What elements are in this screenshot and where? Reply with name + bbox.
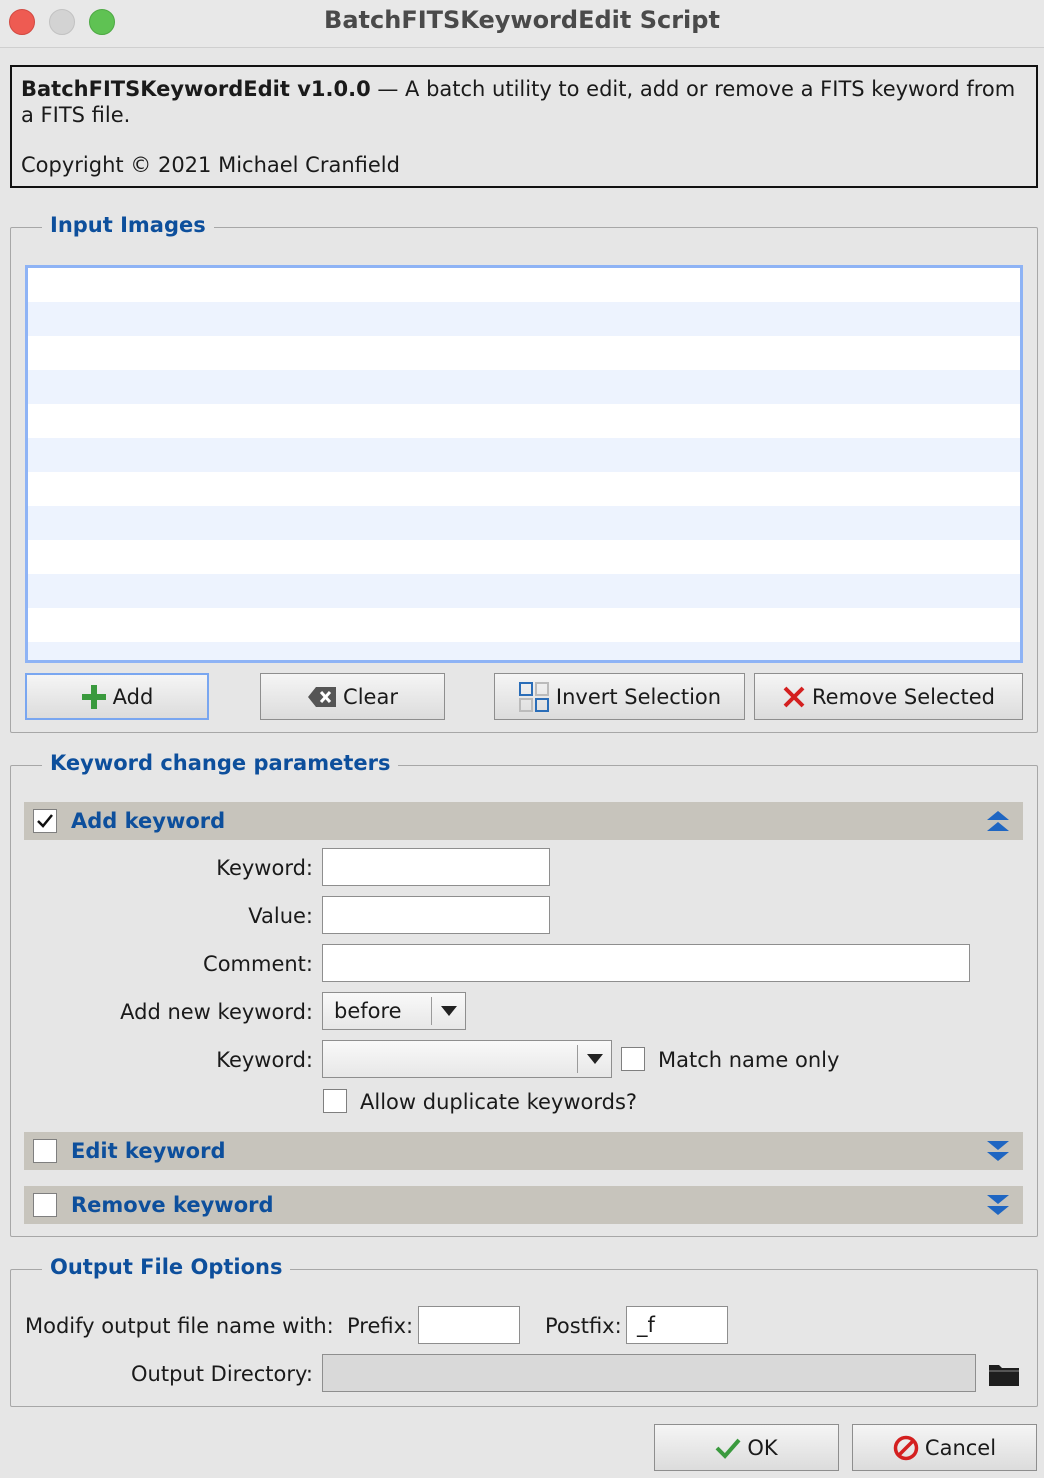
- remove-selected-button[interactable]: Remove Selected: [754, 673, 1023, 720]
- plus-icon: [81, 684, 107, 710]
- prefix-input[interactable]: [418, 1306, 520, 1344]
- postfix-label: Postfix:: [545, 1314, 622, 1338]
- allow-duplicates-checkbox[interactable]: [323, 1089, 347, 1113]
- red-x-icon: [782, 685, 806, 709]
- output-directory-input[interactable]: [322, 1354, 976, 1392]
- input-images-title: Input Images: [42, 212, 214, 238]
- list-row[interactable]: [28, 472, 1020, 506]
- value-label: Value:: [248, 904, 313, 928]
- value-input[interactable]: [322, 896, 550, 934]
- cancel-icon: [893, 1435, 919, 1461]
- edit-keyword-section-bar[interactable]: Edit keyword: [24, 1132, 1023, 1170]
- position-select-value: before: [334, 999, 402, 1023]
- list-row[interactable]: [28, 370, 1020, 404]
- input-file-list[interactable]: [25, 265, 1023, 663]
- script-info-box: BatchFITSKeywordEdit v1.0.0 — A batch ut…: [10, 65, 1038, 188]
- add-new-keyword-label: Add new keyword:: [120, 1000, 313, 1024]
- title-bar: BatchFITSKeywordEdit Script: [0, 0, 1044, 48]
- add-keyword-label: Add keyword: [71, 809, 226, 833]
- list-row[interactable]: [28, 302, 1020, 336]
- prefix-label: Prefix:: [347, 1314, 414, 1338]
- list-row[interactable]: [28, 404, 1020, 438]
- remove-keyword-section-bar[interactable]: Remove keyword: [24, 1186, 1023, 1224]
- list-row[interactable]: [28, 642, 1020, 660]
- allow-duplicates-label: Allow duplicate keywords?: [360, 1090, 638, 1114]
- checkmark-icon: [715, 1437, 741, 1459]
- clear-files-label: Clear: [343, 684, 398, 709]
- clear-files-button[interactable]: Clear: [260, 673, 445, 720]
- edit-keyword-label: Edit keyword: [71, 1139, 226, 1163]
- reference-keyword-select[interactable]: [322, 1040, 612, 1078]
- list-row[interactable]: [28, 268, 1020, 302]
- window-title: BatchFITSKeywordEdit Script: [324, 6, 720, 34]
- cancel-label: Cancel: [924, 1435, 997, 1460]
- list-row[interactable]: [28, 438, 1020, 472]
- remove-keyword-label: Remove keyword: [71, 1193, 274, 1217]
- add-keyword-section-bar[interactable]: Add keyword: [24, 802, 1023, 840]
- expand-down-icon[interactable]: [985, 1139, 1011, 1168]
- collapse-up-icon[interactable]: [985, 809, 1011, 838]
- comment-input[interactable]: [322, 944, 970, 982]
- expand-down-icon[interactable]: [985, 1193, 1011, 1222]
- postfix-input[interactable]: _f: [626, 1306, 728, 1344]
- ok-button[interactable]: OK: [654, 1424, 839, 1471]
- modify-output-label: Modify output file name with:: [25, 1314, 334, 1338]
- match-name-only-label: Match name only: [658, 1048, 840, 1072]
- folder-icon[interactable]: [988, 1361, 1020, 1392]
- list-row[interactable]: [28, 540, 1020, 574]
- dropdown-arrow-icon[interactable]: [431, 997, 465, 1025]
- edit-keyword-checkbox[interactable]: [33, 1139, 57, 1163]
- ok-label: OK: [747, 1435, 778, 1460]
- keyword-label: Keyword:: [216, 856, 313, 880]
- add-keyword-checkbox[interactable]: [33, 809, 57, 833]
- backspace-clear-icon: [307, 686, 337, 708]
- output-directory-label: Output Directory:: [131, 1362, 313, 1386]
- invert-selection-icon: [518, 681, 550, 713]
- list-row[interactable]: [28, 574, 1020, 608]
- reference-keyword-label: Keyword:: [216, 1048, 313, 1072]
- invert-selection-button[interactable]: Invert Selection: [494, 673, 745, 720]
- remove-keyword-checkbox[interactable]: [33, 1193, 57, 1217]
- remove-selected-label: Remove Selected: [812, 684, 995, 709]
- comment-label: Comment:: [203, 952, 313, 976]
- add-files-button[interactable]: Add: [25, 673, 209, 720]
- cancel-button[interactable]: Cancel: [852, 1424, 1037, 1471]
- dropdown-arrow-icon[interactable]: [577, 1045, 611, 1073]
- copyright-text: Copyright © 2021 Michael Cranfield: [21, 153, 400, 177]
- output-options-title: Output File Options: [42, 1254, 291, 1280]
- keyword-params-title: Keyword change parameters: [42, 750, 399, 776]
- keyword-input[interactable]: [322, 848, 550, 886]
- match-name-only-checkbox[interactable]: [621, 1047, 645, 1071]
- add-files-label: Add: [112, 684, 154, 709]
- list-row[interactable]: [28, 608, 1020, 642]
- position-select[interactable]: before: [322, 992, 466, 1030]
- script-name: BatchFITSKeywordEdit v1.0.0: [21, 77, 371, 101]
- checkmark-icon: [37, 814, 53, 828]
- list-row[interactable]: [28, 336, 1020, 370]
- invert-selection-label: Invert Selection: [555, 684, 722, 709]
- list-row[interactable]: [28, 506, 1020, 540]
